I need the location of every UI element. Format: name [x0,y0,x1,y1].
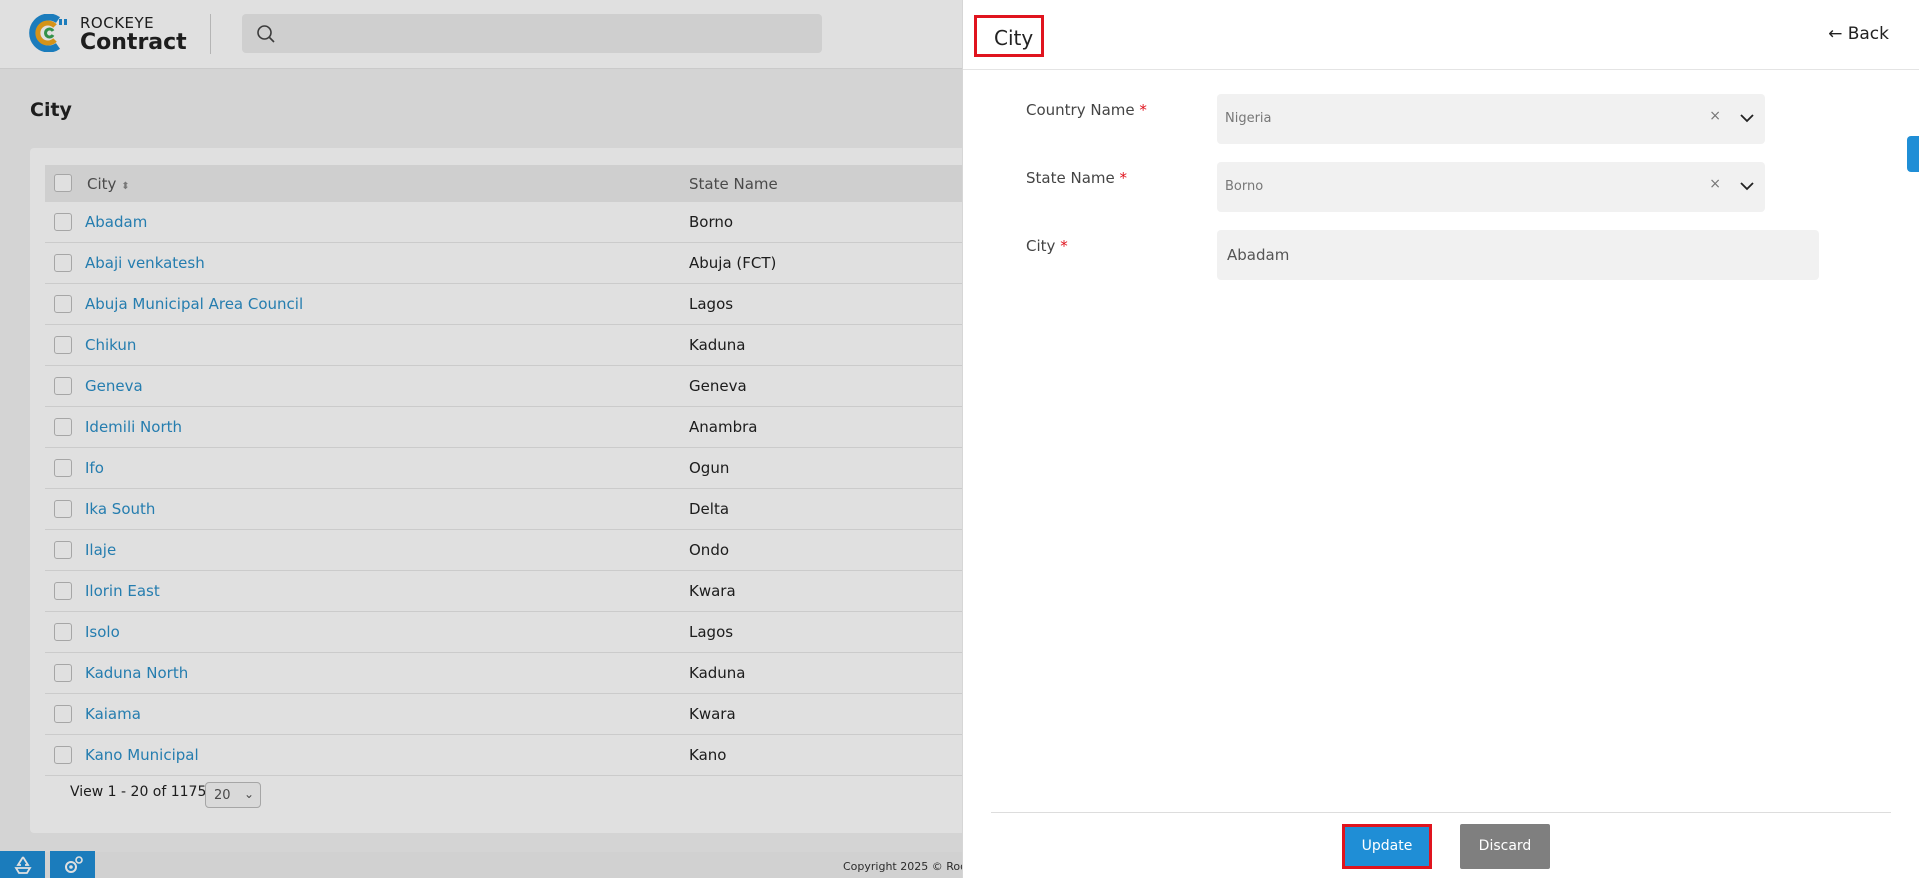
chevron-down-icon[interactable] [1739,110,1755,126]
actions-divider [991,812,1891,813]
discard-button[interactable]: Discard [1460,824,1550,869]
country-name-value: Nigeria [1225,111,1272,126]
modal-overlay[interactable] [0,0,962,878]
side-tab-button[interactable] [1907,136,1919,172]
city-input[interactable] [1217,230,1819,280]
country-name-label: Country Name * [1026,101,1147,119]
city-field[interactable] [1217,230,1819,280]
back-button[interactable]: ← Back [1828,24,1889,44]
country-name-label-text: Country Name [1026,101,1135,119]
clear-icon[interactable]: × [1709,108,1721,124]
country-name-select[interactable]: Nigeria × [1217,94,1765,144]
city-label-text: City [1026,237,1056,255]
required-marker: * [1139,101,1147,119]
state-name-label: State Name * [1026,169,1127,187]
city-label: City * [1026,237,1068,255]
clear-icon[interactable]: × [1709,176,1721,192]
panel-title: City [994,26,1034,50]
city-edit-panel: City ← Back Country Name * Nigeria × Sta… [962,0,1919,878]
panel-title-box: City [974,15,1044,57]
panel-divider [963,69,1919,70]
update-button[interactable]: Update [1342,824,1432,869]
state-name-select[interactable]: Borno × [1217,162,1765,212]
state-name-value: Borno [1225,179,1264,194]
required-marker: * [1060,237,1068,255]
required-marker: * [1119,169,1128,187]
back-label: Back [1847,24,1889,44]
state-name-label-text: State Name [1026,169,1115,187]
chevron-down-icon[interactable] [1739,178,1755,194]
arrow-left-icon: ← [1828,24,1843,44]
